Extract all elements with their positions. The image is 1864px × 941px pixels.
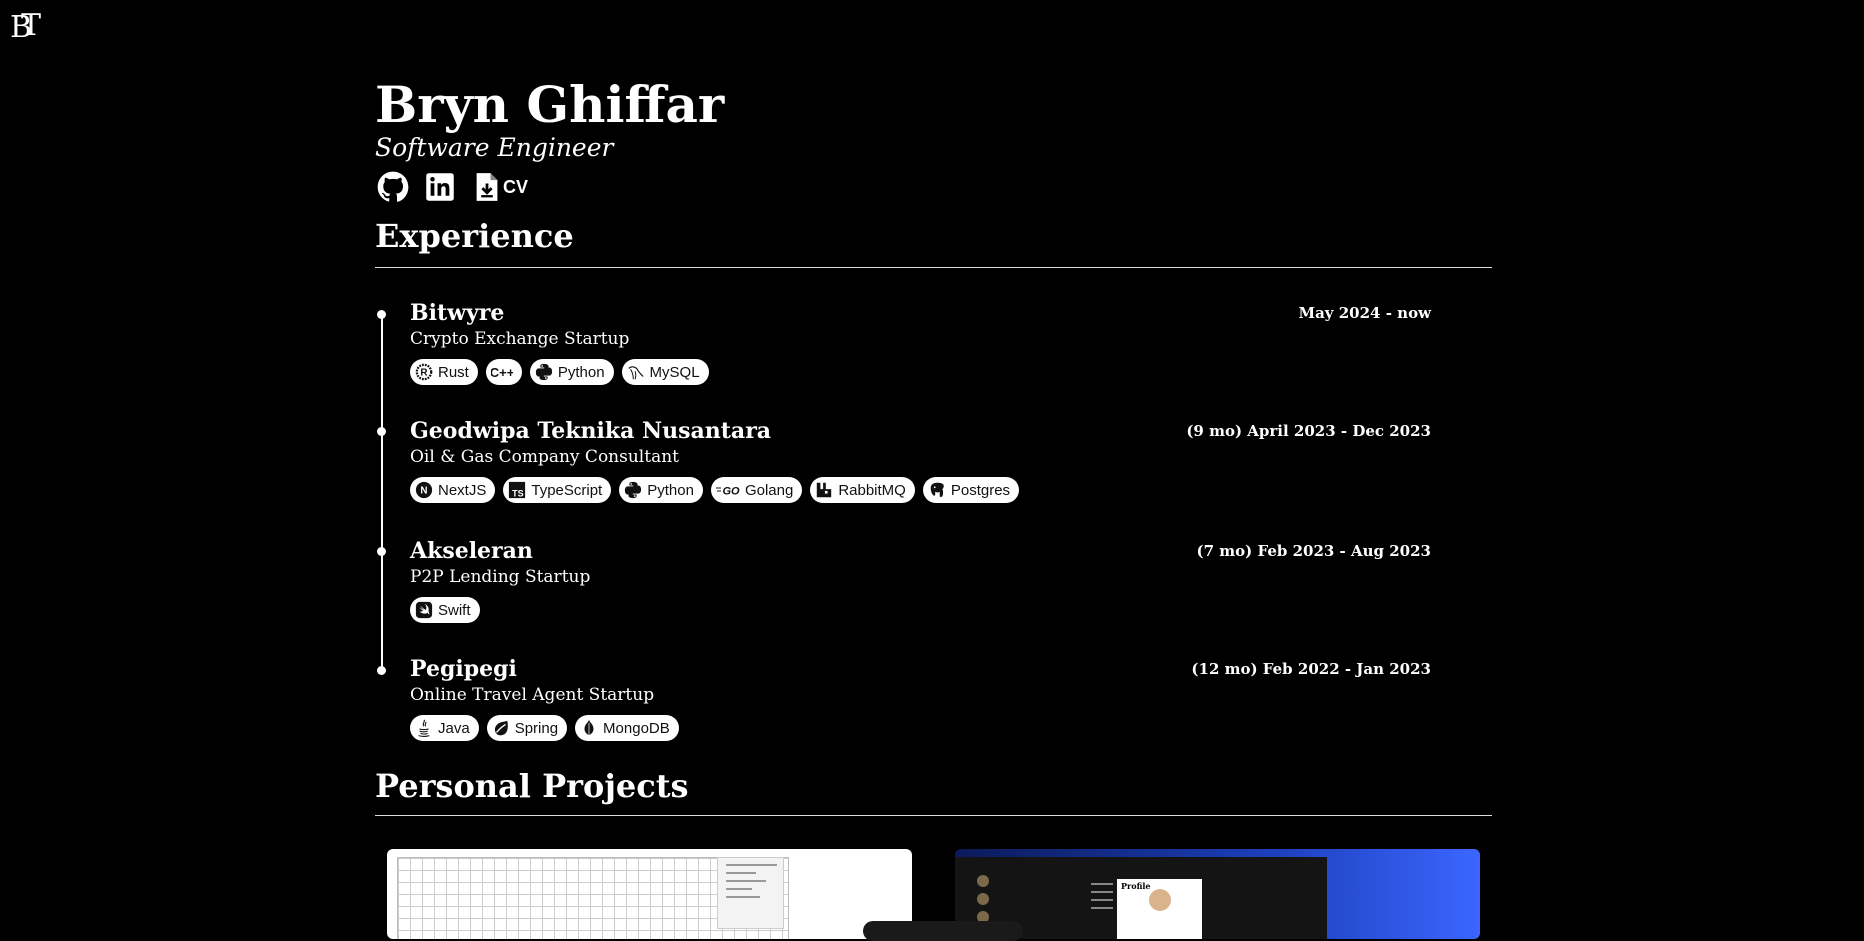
- experience-item-bitwyre: Bitwyre May 2024 - now Crypto Exchange S…: [410, 299, 1431, 385]
- python-icon: [624, 481, 642, 499]
- tag-label: Spring: [514, 719, 559, 737]
- profile-role: Software Engineer: [375, 133, 614, 162]
- tech-tags: N NextJS TS TypeScript Python GO Golang …: [410, 477, 1431, 503]
- floating-pill: [863, 921, 1023, 941]
- typescript-icon: TS: [508, 481, 526, 499]
- cpp-icon: C++: [491, 363, 513, 381]
- rust-icon: R: [415, 363, 433, 381]
- tag-nextjs: N NextJS: [410, 477, 496, 503]
- tag-label: RabbitMQ: [838, 481, 906, 499]
- job-date: May 2024 - now: [1298, 304, 1431, 322]
- timeline-dot: [377, 427, 386, 436]
- tag-label: MySQL: [649, 363, 700, 381]
- tag-label: Rust: [438, 363, 469, 381]
- tag-python: Python: [529, 359, 614, 385]
- python-icon: [535, 363, 553, 381]
- tag-typescript: TS TypeScript: [503, 477, 612, 503]
- svg-text:R: R: [420, 368, 427, 379]
- tech-tags: Swift: [410, 597, 1431, 623]
- project-screenshot-panel: [717, 857, 784, 929]
- company-name: Bitwyre: [410, 300, 505, 326]
- tag-rust: R Rust: [410, 359, 478, 385]
- mysql-icon: [627, 363, 645, 381]
- projects-grid: Profile: [387, 849, 1480, 941]
- postgres-icon: [928, 481, 946, 499]
- profile-links: CV: [377, 170, 528, 204]
- company-description: Oil & Gas Company Consultant: [410, 447, 679, 467]
- tag-mysql: MySQL: [621, 359, 709, 385]
- tag-label: NextJS: [438, 481, 487, 499]
- svg-text:TS: TS: [513, 488, 525, 498]
- linkedin-icon[interactable]: [425, 172, 455, 202]
- svg-text:C++: C++: [491, 365, 513, 380]
- golang-icon: GO: [715, 481, 740, 499]
- rabbitmq-icon: [815, 481, 833, 499]
- personal-projects-title: Personal Projects: [375, 767, 689, 805]
- tag-java: Java: [410, 715, 479, 741]
- tag-cpp: C++: [485, 359, 522, 385]
- tag-label: MongoDB: [603, 719, 670, 737]
- experience-divider: [375, 267, 1492, 268]
- svg-text:GO: GO: [722, 486, 740, 498]
- projects-divider: [375, 815, 1492, 816]
- timeline-dot: [377, 547, 386, 556]
- tech-tags: R Rust C++ Python MySQL: [410, 359, 1431, 385]
- bt-monogram-logo[interactable]: B T: [8, 8, 48, 48]
- tag-label: Postgres: [950, 481, 1011, 499]
- profile-name: Bryn Ghiffar: [375, 75, 725, 134]
- svg-text:N: N: [420, 486, 427, 497]
- tag-swift: Swift: [410, 597, 480, 623]
- file-download-icon: [475, 172, 499, 202]
- timeline-dot: [377, 666, 386, 675]
- profile-card-heading: Profile: [1121, 881, 1151, 891]
- mongodb-icon: [580, 719, 598, 737]
- tag-mongodb: MongoDB: [575, 715, 679, 741]
- company-description: Crypto Exchange Startup: [410, 329, 630, 349]
- experience-item-akseleran: Akseleran (7 mo) Feb 2023 - Aug 2023 P2P…: [410, 537, 1431, 623]
- tag-label: Swift: [438, 601, 471, 619]
- tag-golang: GO Golang: [710, 477, 803, 503]
- github-icon[interactable]: [377, 171, 409, 203]
- logo-letter-t: T: [21, 8, 42, 43]
- timeline-line: [381, 314, 383, 670]
- tag-rabbitmq: RabbitMQ: [810, 477, 915, 503]
- experience-item-geodwipa: Geodwipa Teknika Nusantara (9 mo) April …: [410, 417, 1431, 503]
- experience-item-pegipegi: Pegipegi (12 mo) Feb 2022 - Jan 2023 Onl…: [410, 655, 1431, 741]
- job-date: (9 mo) April 2023 - Dec 2023: [1186, 422, 1431, 440]
- tag-label: Python: [647, 481, 694, 499]
- tag-label: TypeScript: [531, 481, 603, 499]
- tag-label: Java: [438, 719, 470, 737]
- spring-icon: [492, 719, 510, 737]
- tag-label: Golang: [744, 481, 794, 499]
- profile-card-preview: Profile: [1117, 879, 1202, 939]
- timeline-dot: [377, 310, 386, 319]
- tag-postgres: Postgres: [922, 477, 1020, 503]
- job-date: (12 mo) Feb 2022 - Jan 2023: [1191, 660, 1431, 678]
- job-date: (7 mo) Feb 2023 - Aug 2023: [1196, 542, 1431, 560]
- java-icon: [415, 719, 433, 737]
- tech-tags: Java Spring MongoDB: [410, 715, 1431, 741]
- nextjs-icon: N: [415, 481, 433, 499]
- company-description: P2P Lending Startup: [410, 567, 591, 587]
- tag-label: Python: [557, 363, 605, 381]
- experience-title: Experience: [375, 217, 574, 255]
- cv-label: CV: [503, 176, 529, 197]
- cv-download-link[interactable]: CV: [471, 172, 528, 202]
- swift-icon: [415, 601, 433, 619]
- tag-python: Python: [619, 477, 703, 503]
- tag-spring: Spring: [486, 715, 568, 741]
- company-description: Online Travel Agent Startup: [410, 685, 655, 705]
